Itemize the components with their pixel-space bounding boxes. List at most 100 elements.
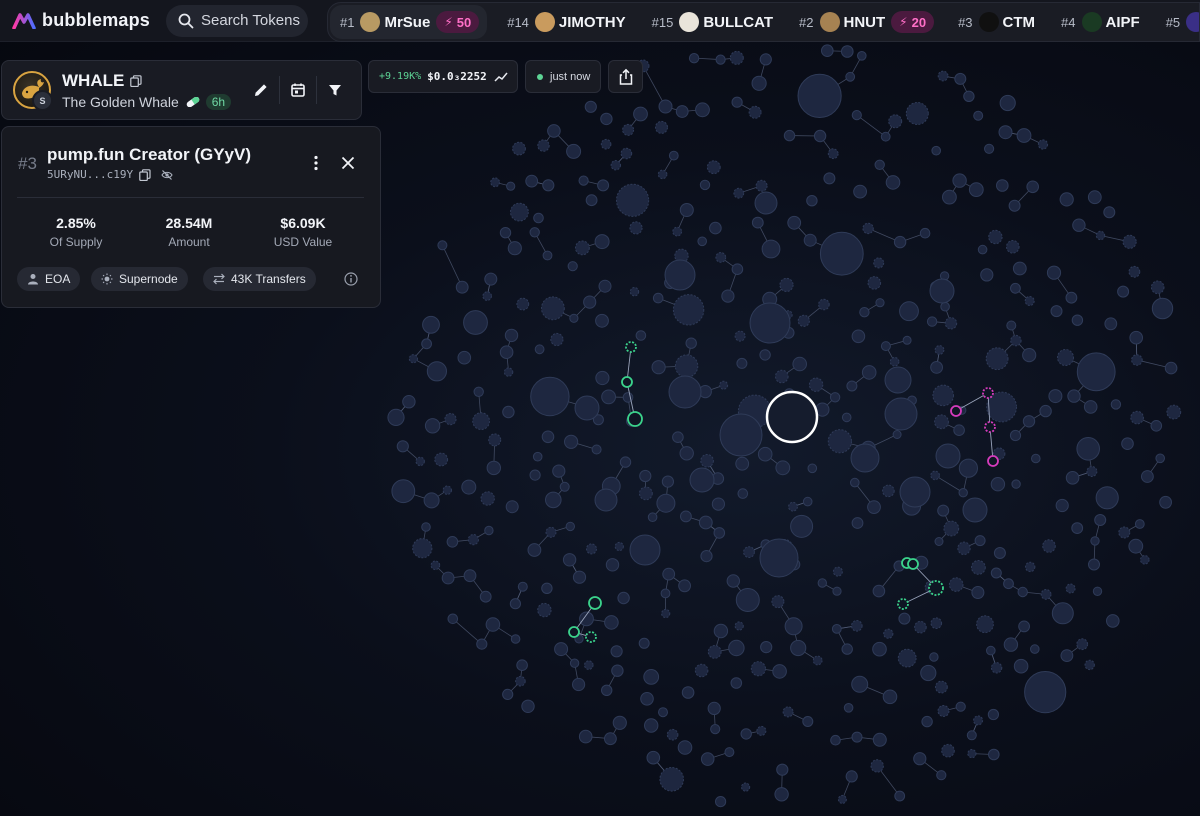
holder-bubble[interactable]	[977, 244, 988, 255]
holder-bubble[interactable]	[1067, 389, 1081, 403]
holder-bubble[interactable]	[715, 796, 727, 808]
holder-bubble[interactable]	[1046, 265, 1062, 280]
holder-bubble[interactable]	[902, 335, 912, 345]
holder-bubble[interactable]	[850, 477, 860, 488]
holder-bubble[interactable]	[545, 491, 562, 509]
holder-bubble[interactable]	[517, 581, 528, 592]
holder-bubble[interactable]	[629, 287, 640, 297]
holder-bubble[interactable]	[444, 413, 457, 426]
holder-bubble[interactable]	[1087, 190, 1102, 205]
trending-item[interactable]: #14 JIMOTHY	[507, 12, 631, 32]
holder-bubble[interactable]	[541, 582, 553, 594]
holder-bubble[interactable]	[569, 313, 579, 323]
holder-bubble[interactable]	[421, 522, 431, 532]
holder-bubble[interactable]	[715, 252, 727, 263]
holder-bubble[interactable]	[797, 314, 810, 327]
holder-bubble[interactable]	[880, 341, 891, 352]
holder-bubble[interactable]	[461, 479, 477, 495]
holder-bubble[interactable]	[943, 520, 960, 537]
holder-bubble[interactable]	[882, 484, 895, 498]
holder-bubble[interactable]	[813, 129, 827, 143]
holder-bubble[interactable]	[430, 560, 441, 571]
tag-supernode[interactable]: Supernode	[91, 267, 188, 291]
holder-bubble[interactable]	[1016, 128, 1032, 143]
holder-bubble[interactable]	[1166, 404, 1182, 420]
holder-bubble[interactable]	[499, 345, 514, 360]
holder-bubble[interactable]	[572, 570, 587, 584]
holder-bubble[interactable]	[759, 53, 772, 66]
tag-eoa[interactable]: EOA	[17, 267, 81, 291]
holder-bubble[interactable]	[525, 174, 539, 188]
holder-bubble[interactable]	[575, 240, 590, 256]
holder-bubble[interactable]	[894, 790, 906, 802]
holder-bubble[interactable]	[735, 588, 760, 612]
holder-bubble[interactable]	[1076, 352, 1116, 392]
holder-bubble[interactable]	[652, 292, 664, 304]
holder-bubble[interactable]	[719, 413, 763, 457]
holder-bubble[interactable]	[885, 175, 901, 190]
holder-bubble[interactable]	[1130, 410, 1144, 425]
holder-bubble[interactable]	[830, 734, 841, 746]
close-button[interactable]	[339, 154, 357, 172]
holder-bubble[interactable]	[595, 370, 610, 386]
holder-bubble[interactable]	[930, 617, 943, 630]
holder-bubble[interactable]	[697, 236, 708, 247]
holder-bubble[interactable]	[788, 501, 798, 512]
holder-bubble[interactable]	[1150, 420, 1163, 432]
holder-bubble[interactable]	[776, 763, 789, 776]
holder-bubble[interactable]	[1128, 265, 1141, 278]
holder-bubble[interactable]	[748, 105, 762, 119]
holder-bubble[interactable]	[651, 360, 666, 375]
holder-bubble[interactable]	[660, 588, 671, 599]
holder-bubble[interactable]	[541, 430, 555, 444]
holder-bubble[interactable]	[760, 641, 773, 654]
holder-bubble[interactable]	[666, 728, 679, 741]
trending-item[interactable]: #2 HNUT ⚡ 20	[799, 11, 938, 33]
holder-bubble[interactable]	[437, 240, 448, 251]
holder-bubble[interactable]	[658, 99, 673, 114]
holder-bubble[interactable]	[1017, 586, 1028, 598]
holder-bubble[interactable]	[484, 272, 498, 286]
holder-bubble[interactable]	[921, 715, 933, 728]
holder-bubble[interactable]	[812, 655, 823, 666]
holder-bubble[interactable]	[932, 384, 955, 407]
holder-bubble[interactable]	[473, 386, 484, 397]
holder-bubble[interactable]	[831, 624, 842, 634]
holder-bubble[interactable]	[644, 718, 659, 733]
holder-bubble[interactable]	[734, 330, 746, 342]
holder-bubble[interactable]	[934, 537, 944, 546]
holder-bubble[interactable]	[559, 481, 570, 492]
holder-bubble[interactable]	[710, 724, 721, 735]
holder-bubble[interactable]	[678, 579, 691, 593]
cluster-bubble[interactable]	[585, 631, 597, 643]
info-icon[interactable]	[344, 272, 358, 286]
holder-bubble[interactable]	[968, 182, 984, 198]
holder-bubble[interactable]	[937, 70, 949, 82]
holder-bubble[interactable]	[545, 526, 557, 538]
holder-bubble[interactable]	[402, 395, 416, 409]
price-card[interactable]: +9.19K% $0.0₃2252	[368, 60, 518, 93]
holder-bubble[interactable]	[554, 642, 569, 657]
holder-bubble[interactable]	[633, 106, 648, 122]
holder-bubble[interactable]	[845, 71, 856, 82]
holder-bubble[interactable]	[1095, 230, 1106, 241]
holder-bubble[interactable]	[1003, 578, 1014, 590]
holder-bubble[interactable]	[802, 496, 813, 507]
selected-holder-bubble[interactable]	[765, 390, 819, 444]
holder-bubble[interactable]	[790, 639, 807, 657]
holder-bubble[interactable]	[898, 612, 911, 625]
holder-bubble[interactable]	[672, 294, 705, 326]
holder-bubble[interactable]	[966, 730, 977, 741]
tag-transfers[interactable]: 43K Transfers	[203, 267, 316, 291]
holder-bubble[interactable]	[499, 227, 512, 239]
holder-bubble[interactable]	[832, 586, 842, 596]
holder-bubble[interactable]	[656, 493, 676, 513]
holder-bubble[interactable]	[1024, 671, 1067, 714]
holder-bubble[interactable]	[706, 160, 721, 175]
holder-bubble[interactable]	[1141, 470, 1154, 483]
holder-bubble[interactable]	[583, 295, 597, 309]
holder-bubble[interactable]	[1106, 614, 1120, 628]
holder-bubble[interactable]	[578, 175, 589, 186]
holder-bubble[interactable]	[512, 141, 526, 156]
holder-bubble[interactable]	[936, 770, 947, 781]
